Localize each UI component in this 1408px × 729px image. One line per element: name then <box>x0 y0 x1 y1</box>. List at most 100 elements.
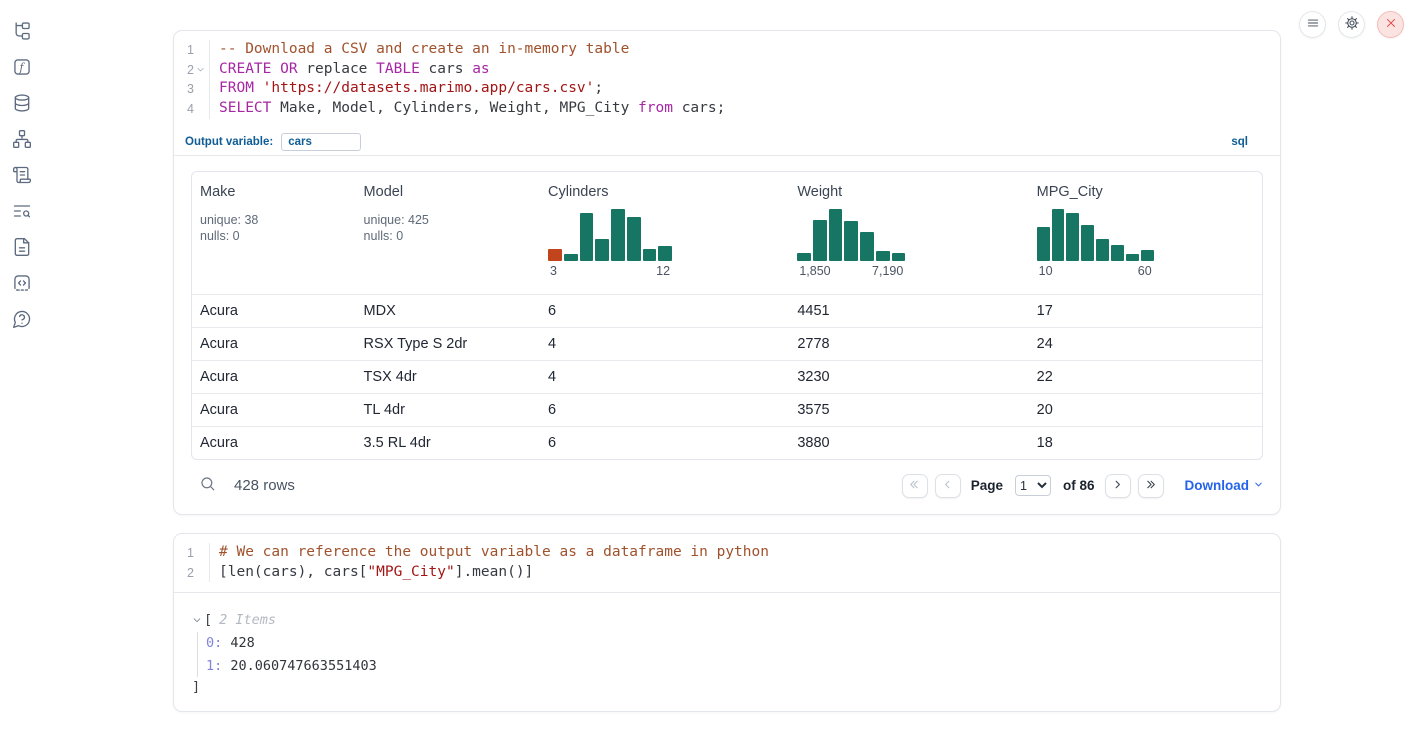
download-button[interactable]: Download <box>1185 478 1265 493</box>
code-text: CREATE OR replace TABLE cars as <box>209 60 1280 80</box>
histogram-bar <box>813 220 827 261</box>
code-token: -- Download a CSV and create an in-memor… <box>219 41 629 57</box>
code-token: "MPG_City" <box>367 564 454 580</box>
histogram-bars <box>548 209 672 261</box>
result-item: 1: 20.060747663551403 <box>206 655 1262 678</box>
python-editor[interactable]: 1 # We can reference the output variable … <box>174 534 1280 592</box>
code-text: [len(cars), cars["MPG_City"].mean()] <box>209 563 1280 583</box>
hamburger-icon <box>1306 16 1320 33</box>
database-icon <box>12 93 32 116</box>
column-label: MPG_City <box>1037 184 1254 200</box>
code-token: ; <box>594 80 603 96</box>
code-line: 1 # We can reference the output variable … <box>174 543 1280 563</box>
column-histogram: 3 12 <box>548 209 672 278</box>
table-header-row: Makeunique: 38nulls: 0Modelunique: 425nu… <box>192 172 1262 294</box>
item-index: 1: <box>206 658 222 674</box>
table-cell: 4 <box>540 369 789 385</box>
item-value: 428 <box>230 635 254 651</box>
menu-button[interactable] <box>1299 11 1326 38</box>
output-variable-input[interactable] <box>281 133 361 151</box>
column-header-weight[interactable]: Weight1,8507,190 <box>789 172 1028 294</box>
table-cell: 3575 <box>789 402 1028 418</box>
histogram-bar <box>548 249 562 261</box>
chevrons-left-icon <box>908 478 921 494</box>
sidebar-item-functions[interactable]: f <box>0 50 44 86</box>
line-number: 1 <box>174 543 194 563</box>
code-text: SELECT Make, Model, Cylinders, Weight, M… <box>209 99 1280 119</box>
histogram-bar <box>1126 254 1139 261</box>
code-token: 'https://datasets.marimo.app/cars.csv' <box>263 80 595 96</box>
histogram-bar <box>1111 245 1124 261</box>
sidebar-item-help[interactable] <box>0 302 44 338</box>
axis-min-label: 3 <box>550 264 557 278</box>
code-token: TABLE <box>376 61 420 77</box>
sidebar-item-file-tree[interactable] <box>0 14 44 50</box>
sidebar-item-scratchpad[interactable] <box>0 266 44 302</box>
line-number: 3 <box>174 79 194 99</box>
table-row[interactable]: AcuraMDX6445117 <box>192 294 1262 327</box>
output-variable-label: Output variable: <box>185 136 273 148</box>
table-cell: RSX Type S 2dr <box>356 336 540 352</box>
items-count-label: 2 Items <box>219 612 276 628</box>
column-header-model[interactable]: Modelunique: 425nulls: 0 <box>356 172 540 294</box>
table-cell: TL 4dr <box>356 402 540 418</box>
close-icon <box>1385 17 1397 32</box>
last-page-button[interactable] <box>1138 474 1164 498</box>
gear-icon <box>1344 15 1360 34</box>
sidebar-item-datasources[interactable] <box>0 86 44 122</box>
table-cell: 4451 <box>789 303 1028 319</box>
table-cell: 18 <box>1029 435 1262 451</box>
histogram-bar <box>876 251 890 261</box>
column-stats: unique: 38nulls: 0 <box>200 212 348 244</box>
table-row[interactable]: AcuraRSX Type S 2dr4277824 <box>192 327 1262 360</box>
fold-chevron-icon[interactable] <box>194 60 207 80</box>
column-histogram: 1,8507,190 <box>797 209 905 278</box>
table-row[interactable]: AcuraTSX 4dr4323022 <box>192 360 1262 393</box>
sql-cell: 1 -- Download a CSV and create an in-memo… <box>173 30 1281 515</box>
histogram-bar <box>1096 239 1109 261</box>
result-panel: [ 2 Items 0: 4281: 20.060747663551403 ] <box>174 592 1280 697</box>
table-cell: MDX <box>356 303 540 319</box>
settings-button[interactable] <box>1338 11 1365 38</box>
column-header-mpg_city[interactable]: MPG_City 1060 <box>1029 172 1262 294</box>
collapse-chevron-icon[interactable] <box>192 615 204 625</box>
item-value: 20.060747663551403 <box>230 658 376 674</box>
column-header-cylinders[interactable]: Cylinders312 <box>540 172 789 294</box>
footer-left: 428 rows <box>199 475 295 497</box>
sidebar-item-dependency-graph[interactable] <box>0 122 44 158</box>
table-row[interactable]: AcuraTL 4dr6357520 <box>192 393 1262 426</box>
first-page-button[interactable] <box>902 474 928 498</box>
table-cell: 2778 <box>789 336 1028 352</box>
fold-spacer <box>194 563 207 583</box>
sidebar-item-snippets[interactable] <box>0 194 44 230</box>
prev-page-button[interactable] <box>935 474 961 498</box>
table-cell: Acura <box>192 402 356 418</box>
column-histogram: 1060 <box>1037 209 1154 278</box>
close-button[interactable] <box>1377 11 1404 38</box>
axis-max-label: 12 <box>656 264 670 278</box>
code-line: 2[len(cars), cars["MPG_City"].mean()] <box>174 563 1280 583</box>
code-text: # We can reference the output variable a… <box>209 543 1280 563</box>
code-text: -- Download a CSV and create an in-memor… <box>209 40 1280 60</box>
histogram-bars <box>1037 209 1154 261</box>
table-row[interactable]: Acura3.5 RL 4dr6388018 <box>192 426 1262 459</box>
histogram-bar <box>1037 227 1050 261</box>
histogram-bar <box>627 217 641 261</box>
code-token: [len(cars), cars[ <box>219 564 367 580</box>
table-cell: Acura <box>192 336 356 352</box>
table-cell: 17 <box>1029 303 1262 319</box>
column-stat: nulls: 0 <box>364 228 532 244</box>
next-page-button[interactable] <box>1105 474 1131 498</box>
search-icon[interactable] <box>199 475 217 497</box>
page-select[interactable]: 1 <box>1015 475 1051 496</box>
column-stat: unique: 38 <box>200 212 348 228</box>
sql-editor[interactable]: 1-- Download a CSV and create an in-memo… <box>174 31 1280 129</box>
sidebar-item-logs[interactable] <box>0 158 44 194</box>
sidebar-item-documentation[interactable] <box>0 230 44 266</box>
table-cell: TSX 4dr <box>356 369 540 385</box>
table-cell: 24 <box>1029 336 1262 352</box>
table-cell: 3230 <box>789 369 1028 385</box>
column-header-make[interactable]: Makeunique: 38nulls: 0 <box>192 172 356 294</box>
table-cell: 3.5 RL 4dr <box>356 435 540 451</box>
column-label: Model <box>364 184 532 200</box>
